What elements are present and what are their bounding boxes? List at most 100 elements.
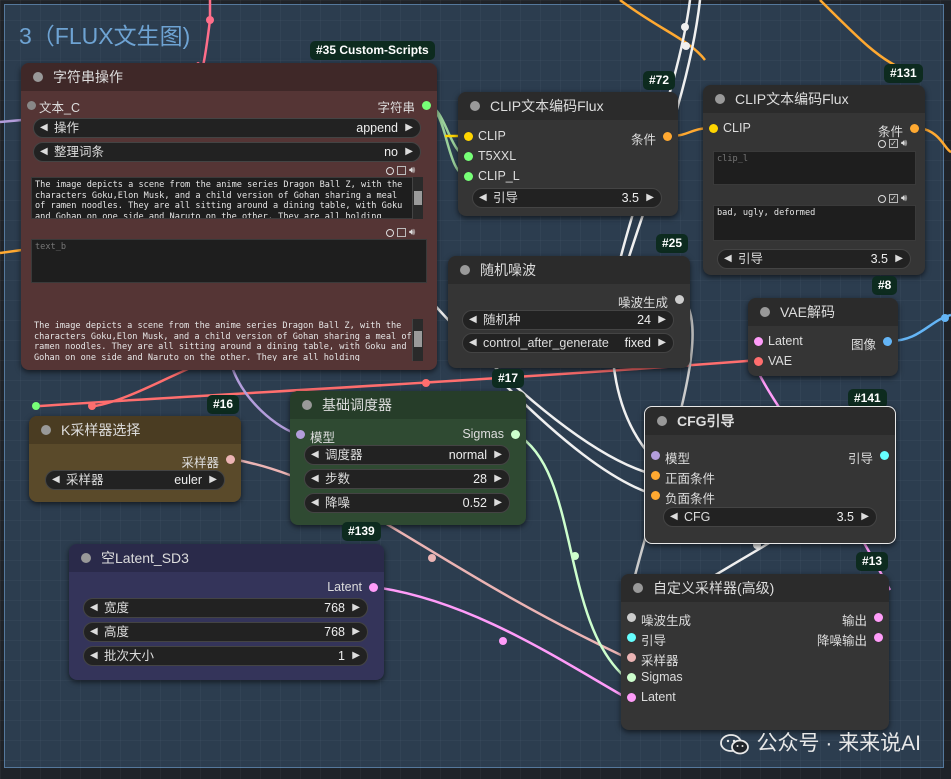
widget-batch-size[interactable]: ◀ 批次大小 1 ▶ [83,646,368,666]
output-socket-latent[interactable] [369,583,378,592]
node-basic-scheduler[interactable]: 基础调度器 模型 Sigmas ◀ 调度器 normal ▶ ◀ 步数 28 ▶… [290,391,526,525]
input-socket-text-c[interactable] [27,101,36,110]
output-socket-sampler[interactable] [226,455,235,464]
collapse-dot[interactable] [81,553,91,563]
collapse-dot[interactable] [302,400,312,410]
arrow-left-icon[interactable]: ◀ [311,446,319,464]
node-cfg-guider[interactable]: CFG引导 模型 引导 正面条件 负面条件 ◀ CFG 3.5 ▶ [644,406,896,544]
widget-tidy-tags[interactable]: ◀ 整理词条 no ▶ [33,142,421,162]
collapse-dot[interactable] [760,307,770,317]
arrow-right-icon[interactable]: ▶ [352,599,360,617]
widget-height[interactable]: ◀ 高度 768 ▶ [83,622,368,642]
widget-guidance[interactable]: ◀ 引导 3.5 ▶ [717,249,911,269]
arrow-right-icon[interactable]: ▶ [405,119,413,137]
widget-control-after-generate[interactable]: ◀ control_after_generate fixed ▶ [462,333,674,353]
text-b-controls[interactable]: 🔊︎ [383,227,415,238]
node-clip-text-encode-flux-72[interactable]: CLIP文本编码Flux CLIP 条件 T5XXL CLIP_L ◀ 引导 3… [458,92,678,216]
input-socket-clip[interactable] [464,132,473,141]
scrollbar[interactable] [412,319,423,361]
arrow-right-icon[interactable]: ▶ [861,508,869,526]
textarea-t5xxl[interactable]: bad, ugly, deformed [713,205,916,241]
node-string-operation[interactable]: 字符串操作 文本_C 字符串 ◀ 操作 append ▶ ◀ 整理词条 no ▶… [21,63,437,370]
arrow-left-icon[interactable]: ◀ [670,508,678,526]
node-random-noise[interactable]: 随机噪波 噪波生成 ◀ 随机种 24 ▶ ◀ control_after_gen… [448,256,690,368]
textarea-clip-l[interactable]: clip_l [713,151,916,185]
input-socket-model[interactable] [651,451,660,460]
input-socket-model[interactable] [296,430,305,439]
arrow-left-icon[interactable]: ◀ [469,334,477,352]
widget-scheduler[interactable]: ◀ 调度器 normal ▶ [304,445,510,465]
widget-steps[interactable]: ◀ 步数 28 ▶ [304,469,510,489]
arrow-left-icon[interactable]: ◀ [40,143,48,161]
input-socket-latent[interactable] [627,693,636,702]
arrow-left-icon[interactable]: ◀ [90,647,98,665]
node-vae-decode[interactable]: VAE解码 Latent 图像 VAE [748,298,898,376]
checkbox-icon: ✓ [889,139,898,148]
collapse-dot[interactable] [633,583,643,593]
node-sampler-custom-advanced[interactable]: 自定义采样器(高级) 噪波生成 输出 引导 降噪输出 采样器 Sigmas La… [621,574,889,730]
output-socket-guider[interactable] [880,451,889,460]
collapse-dot[interactable] [33,72,43,82]
output-socket-conditioning[interactable] [910,124,919,133]
arrow-left-icon[interactable]: ◀ [90,599,98,617]
text-a-controls[interactable]: 🔊︎ [383,165,415,176]
textarea-text-b[interactable]: text_b [31,239,427,283]
arrow-right-icon[interactable]: ▶ [646,189,654,207]
output-socket-conditioning[interactable] [663,132,672,141]
output-socket-denoised[interactable] [874,633,883,642]
clip-l-controls[interactable]: ✓ 🔊︎ [875,138,907,149]
widget-sampler-name[interactable]: ◀ 采样器 euler ▶ [45,470,225,490]
arrow-right-icon[interactable]: ▶ [494,470,502,488]
output-socket-noise[interactable] [675,295,684,304]
output-socket-string[interactable] [422,101,431,110]
input-socket-positive[interactable] [651,471,660,480]
arrow-left-icon[interactable]: ◀ [40,119,48,137]
arrow-right-icon[interactable]: ▶ [352,623,360,641]
arrow-left-icon[interactable]: ◀ [52,471,60,489]
widget-seed[interactable]: ◀ 随机种 24 ▶ [462,310,674,330]
collapse-dot[interactable] [657,416,667,426]
node-clip-text-encode-flux-131[interactable]: CLIP文本编码Flux CLIP 条件 ✓ 🔊︎ clip_l ✓ 🔊︎ bad,… [703,85,925,275]
widget-cfg[interactable]: ◀ CFG 3.5 ▶ [663,507,877,527]
arrow-left-icon[interactable]: ◀ [479,189,487,207]
output-socket-sigmas[interactable] [511,430,520,439]
arrow-right-icon[interactable]: ▶ [895,250,903,268]
input-socket-negative[interactable] [651,491,660,500]
arrow-right-icon[interactable]: ▶ [494,494,502,512]
collapse-dot[interactable] [460,265,470,275]
arrow-left-icon[interactable]: ◀ [469,311,477,329]
arrow-right-icon[interactable]: ▶ [352,647,360,665]
arrow-left-icon[interactable]: ◀ [724,250,732,268]
input-socket-vae[interactable] [754,357,763,366]
output-socket-image[interactable] [883,337,892,346]
textarea-text-a[interactable]: The image depicts a scene from the anime… [31,177,416,219]
arrow-right-icon[interactable]: ▶ [209,471,217,489]
arrow-left-icon[interactable]: ◀ [311,470,319,488]
output-socket-output[interactable] [874,613,883,622]
arrow-left-icon[interactable]: ◀ [90,623,98,641]
input-socket-noise[interactable] [627,613,636,622]
collapse-dot[interactable] [41,425,51,435]
widget-guidance[interactable]: ◀ 引导 3.5 ▶ [472,188,662,208]
widget-width[interactable]: ◀ 宽度 768 ▶ [83,598,368,618]
arrow-right-icon[interactable]: ▶ [658,334,666,352]
collapse-dot[interactable] [470,101,480,111]
collapse-dot[interactable] [715,94,725,104]
input-socket-clip-l[interactable] [464,172,473,181]
t5-controls[interactable]: ✓ 🔊︎ [875,193,907,204]
widget-operation[interactable]: ◀ 操作 append ▶ [33,118,421,138]
input-socket-sigmas[interactable] [627,673,636,682]
arrow-right-icon[interactable]: ▶ [658,311,666,329]
input-socket-sampler[interactable] [627,653,636,662]
input-socket-latent[interactable] [754,337,763,346]
arrow-left-icon[interactable]: ◀ [311,494,319,512]
arrow-right-icon[interactable]: ▶ [494,446,502,464]
node-empty-latent-sd3[interactable]: 空Latent_SD3 Latent ◀ 宽度 768 ▶ ◀ 高度 768 ▶… [69,544,384,680]
node-ksampler-select[interactable]: K采样器选择 采样器 ◀ 采样器 euler ▶ [29,416,241,502]
arrow-right-icon[interactable]: ▶ [405,143,413,161]
input-socket-guider[interactable] [627,633,636,642]
input-socket-clip[interactable] [709,124,718,133]
scrollbar[interactable] [412,177,423,219]
widget-denoise[interactable]: ◀ 降噪 0.52 ▶ [304,493,510,513]
input-socket-t5xxl[interactable] [464,152,473,161]
